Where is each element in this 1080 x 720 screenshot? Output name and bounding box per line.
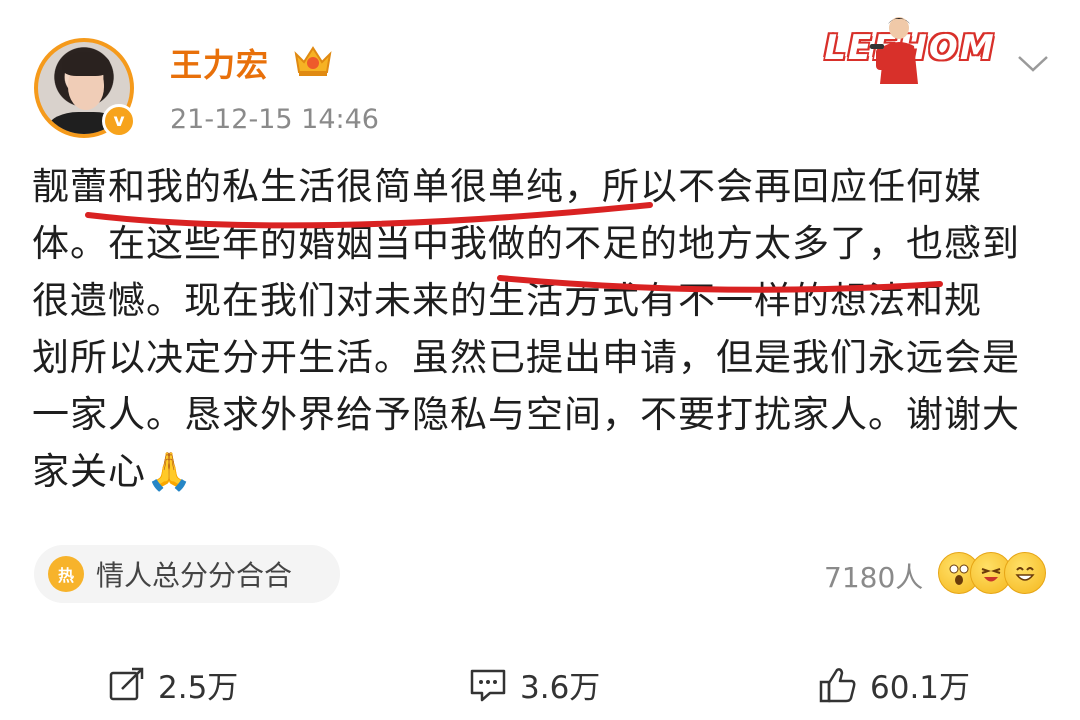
repost-button[interactable]: 2.5万 (108, 662, 238, 707)
like-button[interactable]: 60.1万 (818, 662, 970, 707)
post-timestamp: 21-12-15 14:46 (170, 104, 379, 135)
comment-count: 3.6万 (520, 670, 601, 706)
verified-badge-icon: v (102, 104, 136, 138)
comment-icon (470, 669, 506, 701)
avatar-hair (62, 52, 110, 76)
post-line-1: 靓蕾和我的私生活很简单很单纯，所以不会再回应任何媒 (32, 165, 982, 208)
reaction-count[interactable]: 7180人 (824, 556, 923, 596)
post-line-4: 划所以决定分开生活。虽然已提出申请，但是我们永远会是 (32, 336, 1020, 379)
topic-chip[interactable]: 热 情人总分分合合 (34, 545, 340, 603)
singer-figure-icon (870, 17, 918, 84)
repost-count: 2.5万 (158, 670, 239, 706)
chevron-down-icon[interactable] (1016, 54, 1050, 74)
topic-label: 情人总分分合合 (96, 559, 293, 592)
post-line-2: 体。在这些年的婚姻当中我做的不足的地方太多了，也感到 (32, 222, 1020, 265)
post-line-6: 家关心🙏 (32, 450, 194, 493)
post-body: 靓蕾和我的私生活很简单很单纯，所以不会再回应任何媒 体。在这些年的婚姻当中我做的… (32, 158, 1052, 500)
hot-topic-icon: 热 (48, 556, 84, 592)
crown-badge-icon (294, 46, 332, 76)
like-count: 60.1万 (870, 670, 971, 706)
repost-icon (109, 667, 144, 700)
username[interactable]: 王力宏 (170, 40, 269, 86)
comment-button[interactable]: 3.6万 (468, 662, 600, 707)
post-line-5: 一家人。恳求外界给予隐私与空间，不要打扰家人。谢谢大 (32, 393, 1020, 436)
post-line-3: 很遗憾。现在我们对未来的生活方式有不一样的想法和规 (32, 279, 982, 322)
thumbs-up-icon (819, 667, 856, 702)
grinning-emoji-icon[interactable] (1004, 552, 1046, 594)
